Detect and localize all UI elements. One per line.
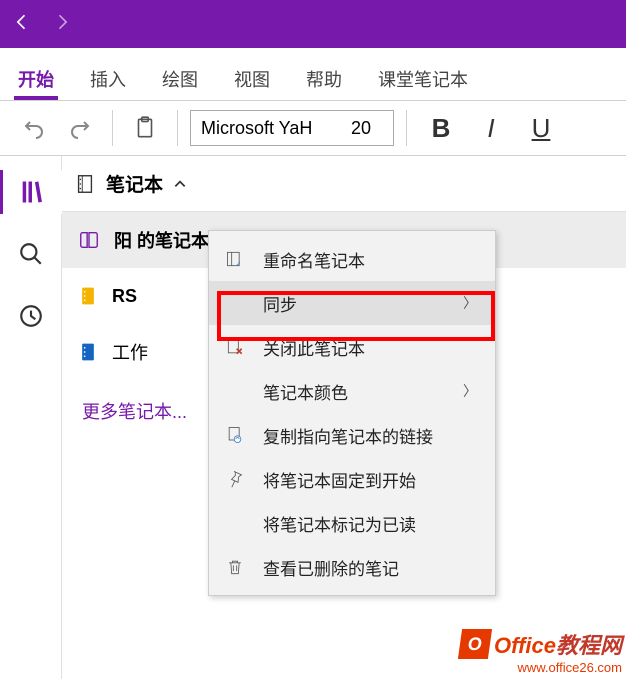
font-size-input[interactable] — [341, 111, 393, 145]
ctx-sync[interactable]: 同步 〉 — [209, 281, 495, 325]
rail-notebooks[interactable] — [0, 170, 62, 214]
font-name-input[interactable] — [191, 111, 341, 145]
forward-icon — [52, 12, 72, 37]
context-menu: 重命名笔记本 同步 〉 关闭此笔记本 笔记本颜色 〉 复制指向笔记本的链接 将笔… — [208, 230, 496, 596]
notebook-icon — [78, 285, 98, 307]
rename-icon — [223, 249, 247, 269]
toolbar: B I U — [0, 100, 626, 156]
ctx-close[interactable]: 关闭此笔记本 — [209, 325, 495, 369]
watermark-logo-icon: O — [458, 629, 492, 659]
tab-insert[interactable]: 插入 — [86, 54, 130, 100]
tab-view[interactable]: 视图 — [230, 54, 274, 100]
bold-button[interactable]: B — [419, 106, 463, 150]
panel-header[interactable]: 笔记本 — [62, 156, 626, 212]
tab-class-notebook[interactable]: 课堂笔记本 — [374, 54, 472, 100]
back-icon[interactable] — [12, 12, 32, 37]
ctx-mark-read[interactable]: 将笔记本标记为已读 — [209, 501, 495, 545]
nav-rail — [0, 156, 62, 679]
ctx-color[interactable]: 笔记本颜色 〉 — [209, 369, 495, 413]
trash-icon — [223, 557, 247, 577]
panel-title: 笔记本 — [106, 170, 163, 197]
ribbon-tabs: 开始 插入 绘图 视图 帮助 课堂笔记本 — [0, 48, 626, 100]
rail-search[interactable] — [0, 232, 62, 276]
chevron-right-icon: 〉 — [463, 293, 477, 313]
ctx-copy-link[interactable]: 复制指向笔记本的链接 — [209, 413, 495, 457]
watermark: O Office教程网 www.office26.com — [460, 628, 622, 675]
tab-start[interactable]: 开始 — [14, 54, 58, 100]
italic-button[interactable]: I — [469, 106, 513, 150]
notebook-icon — [74, 173, 96, 195]
ctx-pin[interactable]: 将笔记本固定到开始 — [209, 457, 495, 501]
pin-icon — [223, 469, 247, 489]
rail-recent[interactable] — [0, 294, 62, 338]
notebook-icon — [78, 341, 98, 363]
watermark-url: www.office26.com — [460, 660, 622, 675]
title-bar — [0, 0, 626, 48]
tab-draw[interactable]: 绘图 — [158, 54, 202, 100]
underline-button[interactable]: U — [519, 106, 563, 150]
font-selector[interactable] — [190, 110, 394, 146]
notebook-icon — [78, 229, 100, 251]
clipboard-button[interactable] — [125, 108, 165, 148]
tab-help[interactable]: 帮助 — [302, 54, 346, 100]
close-notebook-icon — [223, 337, 247, 357]
chevron-right-icon: 〉 — [463, 381, 477, 401]
link-icon — [223, 425, 247, 445]
ctx-view-deleted[interactable]: 查看已删除的笔记 — [209, 545, 495, 589]
undo-button[interactable] — [14, 108, 54, 148]
ctx-rename[interactable]: 重命名笔记本 — [209, 237, 495, 281]
chevron-up-icon — [173, 177, 187, 191]
redo-button[interactable] — [60, 108, 100, 148]
